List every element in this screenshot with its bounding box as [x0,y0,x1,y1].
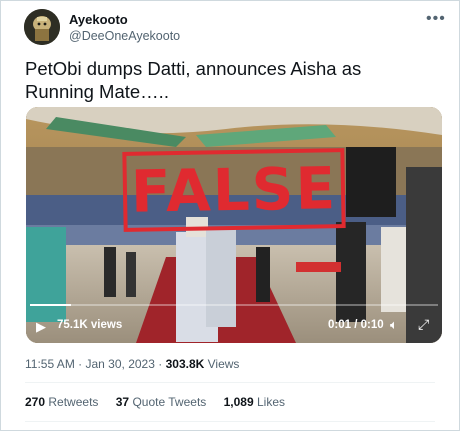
tweet-text: PetObi dumps Datti, announces Aisha as R… [25,58,362,102]
display-name[interactable]: Ayekooto [69,12,128,27]
more-horizontal-icon[interactable]: ••• [426,10,446,28]
video-views: 75.1K views [57,319,123,331]
tweet-stats: 270 Retweets 37 Quote Tweets 1,089 Likes [25,395,299,409]
user-handle[interactable]: @DeeOneAyekooto [69,29,180,43]
likes-stat[interactable]: 1,089 Likes [224,395,285,409]
avatar-image [24,9,60,45]
retweets-label: Retweets [48,395,99,409]
retweets-stat[interactable]: 270 Retweets [25,395,98,409]
quote-tweets-stat[interactable]: 37 Quote Tweets [116,395,207,409]
false-stamp: FALSE [122,148,346,232]
views-label: Views [207,357,240,371]
video-time: 0:01 / 0:10 [328,319,384,331]
avatar[interactable] [24,9,60,45]
fullscreen-icon[interactable]: ⤢ [418,316,429,333]
likes-count: 1,089 [223,395,254,409]
video-player[interactable]: FALSE ▶ 75.1K views 0:01 / 0:10 🔈︎ ⤢ [26,107,442,343]
false-stamp-text: FALSE [130,154,338,226]
quotes-count: 37 [115,395,130,409]
tweet-meta: 11:55 AM · Jan 30, 2023 · 303.8K Views [25,357,239,371]
video-progress-fill [30,304,71,306]
volume-icon[interactable]: 🔈︎ [390,317,398,333]
play-icon[interactable]: ▶ [36,319,50,334]
meta-separator-2: · [158,357,163,371]
video-progress-bar[interactable] [30,304,438,306]
retweets-count: 270 [25,395,46,409]
meta-separator: · [78,357,83,371]
likes-label: Likes [257,395,286,409]
tweet-date[interactable]: Jan 30, 2023 [86,357,155,371]
quotes-label: Quote Tweets [132,395,207,409]
views-count: 303.8K [165,357,205,371]
divider [25,382,435,383]
divider-bottom [25,421,435,422]
tweet-time[interactable]: 11:55 AM [25,357,75,371]
